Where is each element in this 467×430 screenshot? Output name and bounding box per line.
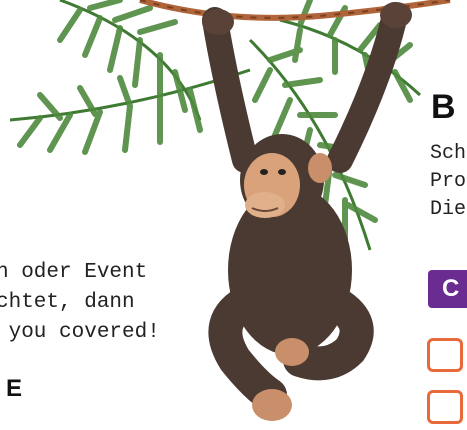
- section-heading-left: E: [6, 375, 23, 402]
- monkey: [202, 2, 412, 421]
- intro-line-3: you covered!: [0, 321, 160, 344]
- right-paragraph: Sch Pro Die: [430, 140, 466, 224]
- intro-paragraph: n oder Event chtet, dann you covered!: [0, 258, 160, 348]
- monkey-hanging-from-vine-icon: [9, 0, 451, 421]
- intro-line-1: n oder Event: [0, 261, 148, 284]
- option-checkbox-2[interactable]: [427, 390, 463, 424]
- right-line-1: Sch: [430, 142, 467, 165]
- intro-line-2: chtet, dann: [0, 291, 135, 314]
- option-checkbox-1[interactable]: [427, 338, 463, 372]
- right-line-2: Pro: [430, 170, 467, 193]
- page: n oder Event chtet, dann you covered! E B…: [0, 0, 467, 430]
- right-line-3: Die: [430, 198, 467, 221]
- category-badge[interactable]: C: [428, 270, 467, 308]
- section-heading-right: B: [431, 88, 456, 126]
